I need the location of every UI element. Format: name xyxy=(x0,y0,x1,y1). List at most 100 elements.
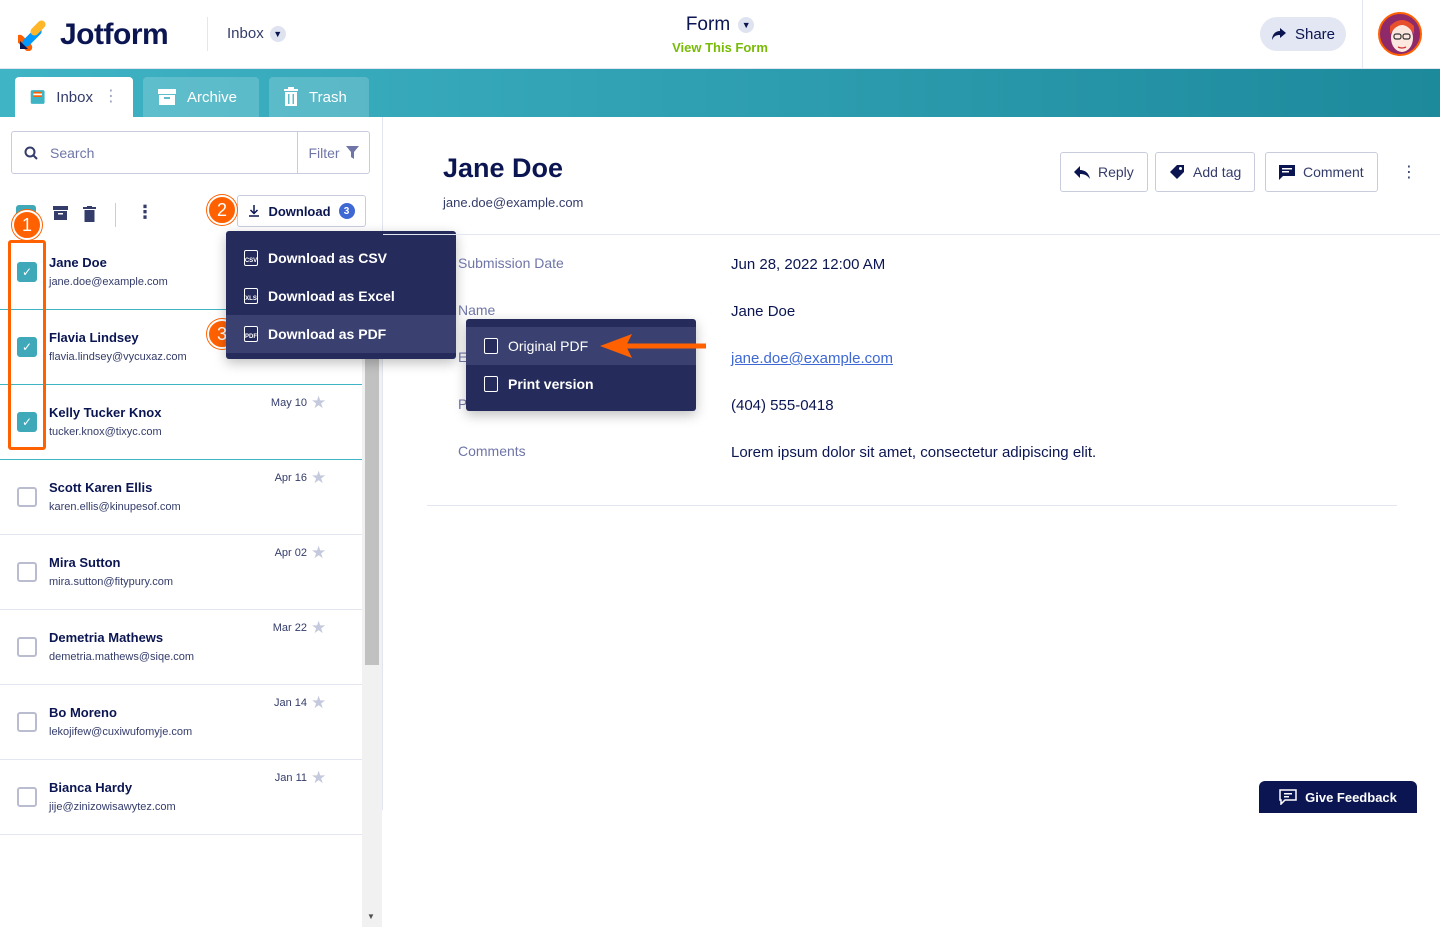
field-value: (404) 555-0418 xyxy=(731,397,834,414)
submitter-email: demetria.mathews@siqe.com xyxy=(49,651,195,663)
row-checkbox[interactable] xyxy=(17,487,37,507)
menu-item-label: Download as PDF xyxy=(268,326,387,342)
trash-icon[interactable] xyxy=(83,206,96,222)
share-button[interactable]: Share xyxy=(1260,17,1346,51)
email-link[interactable]: jane.doe@example.com xyxy=(731,350,893,367)
divider xyxy=(1362,0,1363,69)
field-value: Jane Doe xyxy=(731,303,796,320)
search-input[interactable]: Search xyxy=(12,145,297,161)
list-item[interactable]: Scott Karen Ellis karen.ellis@kinupesof.… xyxy=(0,460,362,535)
feedback-icon xyxy=(1279,789,1297,805)
reply-icon xyxy=(1074,165,1090,179)
pdf-file-icon: PDF xyxy=(244,326,258,342)
menu-item-label: Download as Excel xyxy=(268,288,395,304)
divider xyxy=(207,17,208,51)
star-icon[interactable]: ★ xyxy=(311,768,326,788)
more-options-icon[interactable]: ⋮ xyxy=(1401,162,1417,182)
submitter-email: lekojifew@cuxiwufomyje.com xyxy=(49,726,193,738)
list-item[interactable]: Demetria Mathews demetria.mathews@siqe.c… xyxy=(0,610,362,685)
reply-button[interactable]: Reply xyxy=(1060,152,1148,192)
tab-options-icon[interactable]: ⋮ xyxy=(103,89,119,105)
list-scrollbar[interactable]: ▼ xyxy=(362,355,382,927)
submitter-name: Scott Karen Ellis xyxy=(49,480,153,495)
archive-icon[interactable] xyxy=(53,206,68,221)
star-icon[interactable]: ★ xyxy=(311,468,326,488)
field-value: Lorem ipsum dolor sit amet, consectetur … xyxy=(731,444,1097,461)
add-tag-button[interactable]: Add tag xyxy=(1155,152,1256,192)
menu-item-label: Print version xyxy=(508,376,594,392)
list-item[interactable]: Mira Sutton mira.sutton@fitypury.com Apr… xyxy=(0,535,362,610)
download-label: Download xyxy=(268,203,331,219)
star-icon[interactable]: ★ xyxy=(311,393,326,413)
inbox-selector[interactable]: Inbox ▼ xyxy=(227,25,286,42)
tab-inbox[interactable]: Inbox ⋮ xyxy=(15,77,133,117)
chevron-down-icon: ▼ xyxy=(269,25,286,42)
archive-icon xyxy=(158,89,176,105)
row-checkbox[interactable] xyxy=(17,637,37,657)
menu-item-label: Download as CSV xyxy=(268,250,388,266)
selected-count-badge: 3 xyxy=(338,203,355,219)
give-feedback-button[interactable]: Give Feedback xyxy=(1259,781,1417,813)
submitter-email: karen.ellis@kinupesof.com xyxy=(49,501,181,513)
jotform-logo[interactable]: Jotform xyxy=(18,18,169,52)
field-label: Comments xyxy=(458,443,526,459)
download-icon xyxy=(249,205,260,217)
list-item[interactable]: ✓ Kelly Tucker Knox tucker.knox@tixyc.co… xyxy=(0,385,362,460)
detail-email: jane.doe@example.com xyxy=(443,195,584,210)
star-icon[interactable]: ★ xyxy=(311,543,326,563)
submission-list-panel: Search Filter ⋮ Download 3 ✓ Jane Doe ja… xyxy=(0,117,383,927)
tab-archive[interactable]: Archive xyxy=(143,77,259,117)
submission-date: Mar 22 xyxy=(272,622,307,634)
form-title-block: Form ▼ View This Form xyxy=(620,14,820,55)
star-icon[interactable]: ★ xyxy=(311,693,326,713)
step-marker-2: 2 xyxy=(207,195,237,225)
more-options-icon[interactable]: ⋮ xyxy=(136,202,154,223)
divider xyxy=(115,203,116,227)
comment-button[interactable]: Comment xyxy=(1265,152,1378,192)
avatar[interactable] xyxy=(1378,12,1422,56)
download-button[interactable]: Download 3 xyxy=(237,195,366,227)
folder-tab-bar: Inbox ⋮ Archive Trash xyxy=(0,69,1440,117)
print-version-item[interactable]: Print version xyxy=(466,365,696,403)
submission-detail-panel: Jane Doe jane.doe@example.com Reply Add … xyxy=(383,117,1440,810)
scroll-down-arrow-icon[interactable]: ▼ xyxy=(367,912,375,921)
menu-item-label: Original PDF xyxy=(508,338,589,354)
filter-icon xyxy=(345,146,359,159)
list-item[interactable]: Bo Moreno lekojifew@cuxiwufomyje.com Jan… xyxy=(0,685,362,760)
top-bar: Jotform Inbox ▼ Form ▼ View This Form Sh… xyxy=(0,0,1440,69)
submitter-email: jane.doe@example.com xyxy=(49,276,168,288)
tab-label: Archive xyxy=(187,88,238,106)
brand-name: Jotform xyxy=(60,18,169,51)
row-checkbox[interactable] xyxy=(17,712,37,732)
search-placeholder: Search xyxy=(50,144,95,161)
field-label: Name xyxy=(458,302,496,318)
filter-button[interactable]: Filter xyxy=(297,132,369,173)
submitter-email: jije@zinizowisawytez.com xyxy=(49,801,176,813)
detail-name: Jane Doe xyxy=(443,153,564,183)
pdf-file-icon xyxy=(484,376,498,392)
search-bar: Search Filter xyxy=(11,131,370,174)
form-title[interactable]: Form ▼ xyxy=(686,14,755,36)
submitter-email: flavia.lindsey@vycuxaz.com xyxy=(49,351,187,363)
submission-date: Jan 11 xyxy=(274,772,307,784)
annotation-arrow-icon xyxy=(600,334,706,358)
list-item[interactable]: Bianca Hardy jije@zinizowisawytez.com Ja… xyxy=(0,760,362,835)
divider xyxy=(427,505,1397,506)
star-icon[interactable]: ★ xyxy=(311,618,326,638)
pdf-file-icon xyxy=(484,338,498,354)
share-arrow-icon xyxy=(1271,28,1286,40)
submission-date: Apr 16 xyxy=(274,472,307,484)
search-icon xyxy=(24,146,38,160)
submission-date: Jan 14 xyxy=(273,697,307,709)
field-label: Submission Date xyxy=(458,255,564,271)
inbox-selector-label: Inbox xyxy=(227,25,264,42)
row-checkbox[interactable] xyxy=(17,562,37,582)
row-checkbox[interactable] xyxy=(17,787,37,807)
submitter-name: Flavia Lindsey xyxy=(49,330,139,345)
view-form-link[interactable]: View This Form xyxy=(620,40,820,55)
scrollbar-thumb[interactable] xyxy=(365,355,379,665)
csv-file-icon: CSV xyxy=(244,250,258,266)
tag-icon xyxy=(1170,165,1184,179)
tab-trash[interactable]: Trash xyxy=(269,77,369,117)
chevron-down-icon: ▼ xyxy=(738,17,755,33)
